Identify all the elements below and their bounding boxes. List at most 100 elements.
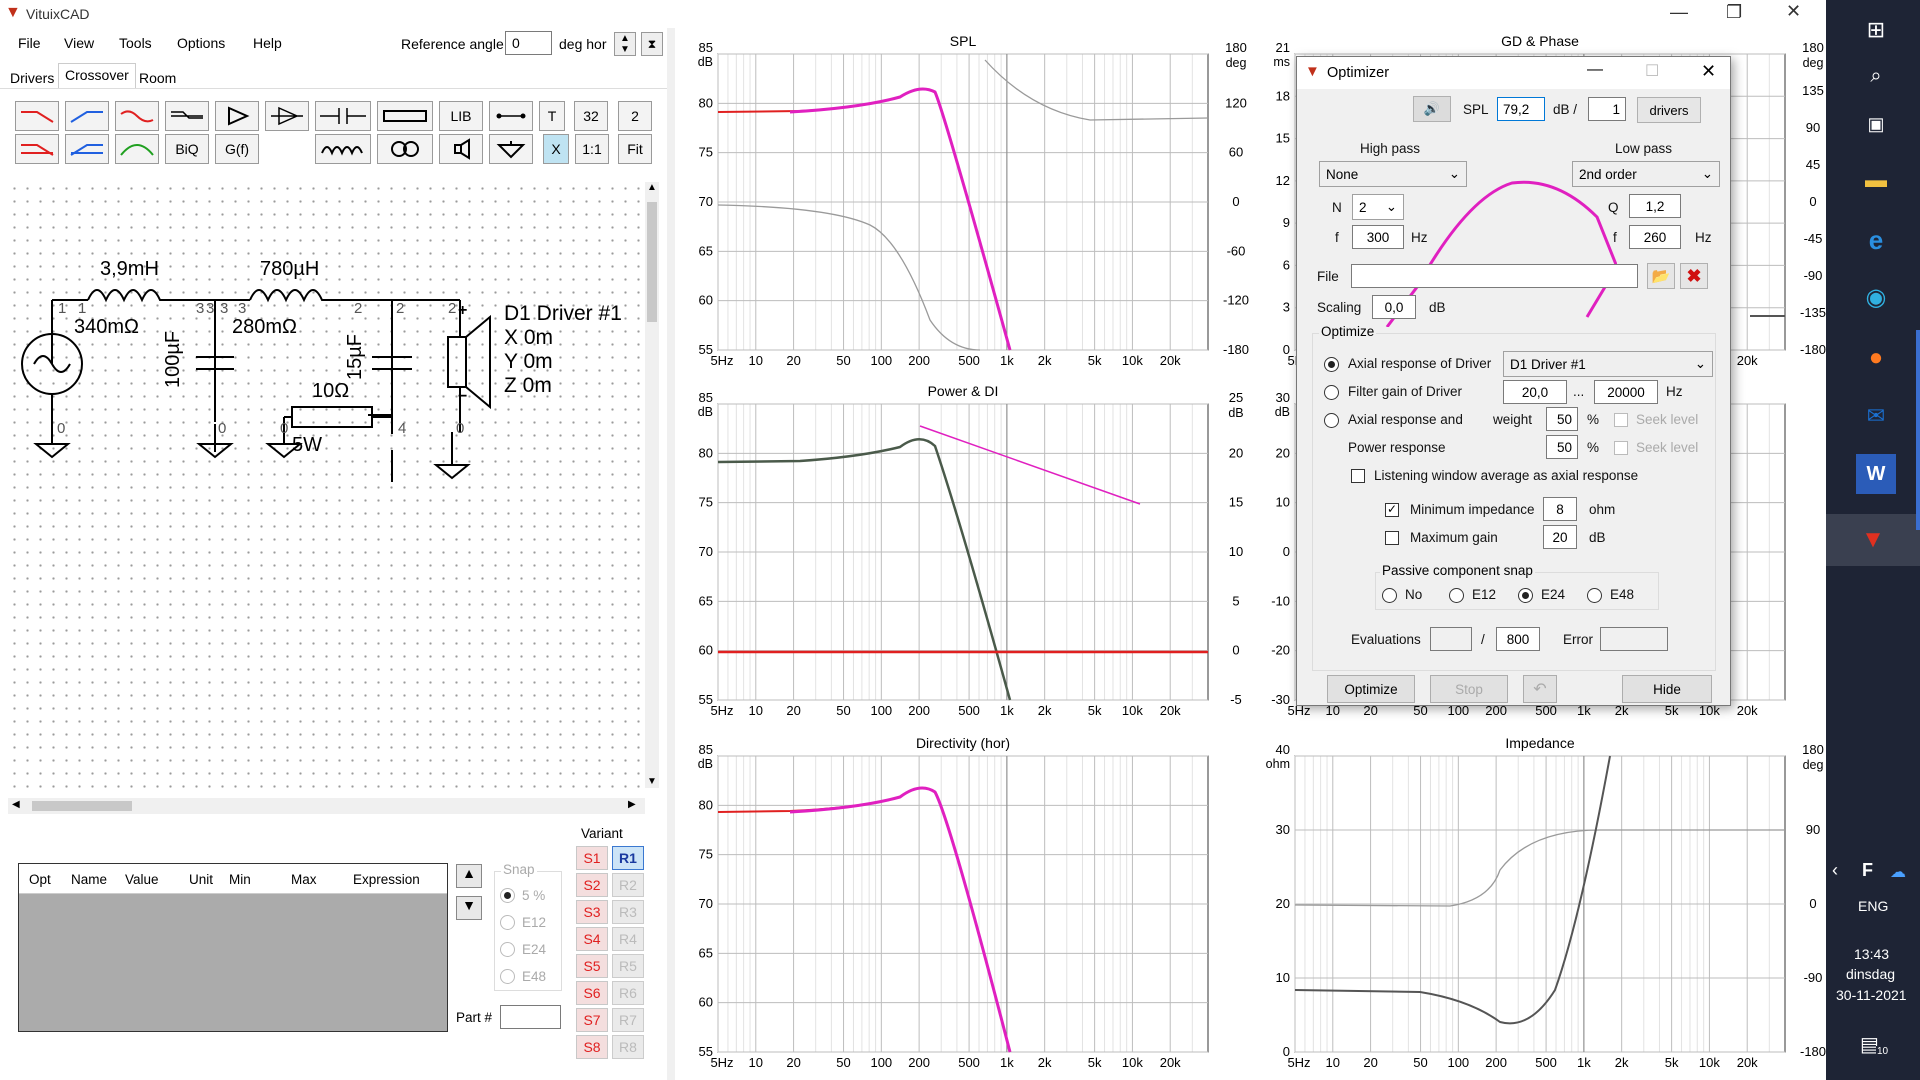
hp-f-label: f [1335,230,1339,245]
highpass-type-value: None [1326,166,1359,182]
file-input[interactable] [1351,264,1638,288]
outlook-icon[interactable]: ✉ [1856,396,1896,436]
y2-tick-label: 45 [1806,157,1820,172]
y-tick-label: 0 [1283,544,1290,559]
x-tick-label: 200 [908,353,930,368]
filter-gain-from-input[interactable]: 20,0 [1503,380,1567,404]
tray-f-icon[interactable]: F [1862,860,1873,881]
y-tick-label: 12 [1276,173,1290,188]
weight-power-input[interactable]: 50 [1546,435,1578,459]
seek-level-1-checkbox[interactable] [1614,413,1628,427]
x-tick-label: 500 [1535,1055,1557,1070]
target-curve-button[interactable]: 🔊 [1413,96,1451,122]
axial-driver-value: D1 Driver #1 [1510,356,1586,372]
drivers-btn-label: drivers [1649,102,1689,118]
x-tick-label: 5k [1665,1055,1679,1070]
tray-chevron-icon[interactable]: ‹ [1832,860,1838,881]
edge-icon[interactable]: ◉ [1856,278,1896,318]
optimizer-close-button[interactable]: ✕ [1701,61,1716,82]
snap-no-radio[interactable] [1382,588,1397,603]
max-gain-input[interactable]: 20 [1543,525,1577,549]
n-select[interactable]: 2 ⌄ [1352,194,1404,220]
stop-btn-label: Stop [1455,681,1483,697]
y-tick-label: -10 [1271,593,1290,608]
q-input[interactable]: 1,2 [1629,194,1681,218]
lowpass-type-select[interactable]: 2nd order ⌄ [1572,161,1720,187]
internet-explorer-icon[interactable]: e [1856,220,1896,260]
max-gain-checkbox[interactable] [1385,531,1399,545]
drivers-count-value: 1 [1612,101,1620,117]
task-view-icon[interactable]: ▣ [1856,104,1896,144]
x-tick-label: 10k [1122,353,1143,368]
graph-title: SPL [950,33,977,49]
x-tick-label: 1k [1577,1055,1591,1070]
undo-button[interactable]: ↶ [1523,675,1557,703]
start-button[interactable]: ⊞ [1856,10,1896,50]
y-tick-label: 10 [1276,970,1290,985]
clock-day[interactable]: dinsdag [1846,966,1895,982]
y-tick-label: 80 [699,95,713,110]
hp-frequency-input[interactable]: 300 [1352,225,1404,249]
y2-tick-label: 180 [1802,40,1824,55]
axial-response-radio[interactable] [1324,357,1339,372]
y-tick-label: 70 [699,896,713,911]
lp-frequency-input[interactable]: 260 [1629,225,1681,249]
error-input[interactable] [1600,627,1668,651]
evaluations-input[interactable] [1430,627,1472,651]
axial-power-radio[interactable] [1324,413,1339,428]
optimizer-logo-icon: ▼ [1305,63,1320,80]
language-indicator[interactable]: ENG [1858,898,1888,914]
file-explorer-icon[interactable]: ▬ [1856,160,1896,200]
x-tick-label: 20k [1160,703,1181,718]
x-tick-label: 2k [1038,703,1052,718]
x-tick-label: 200 [908,703,930,718]
seek-level-2-checkbox[interactable] [1614,441,1628,455]
open-folder-button[interactable]: 📂 [1647,263,1675,289]
x-tick-label: 50 [1413,1055,1427,1070]
snap-e24-option-radio[interactable] [1518,588,1533,603]
clock-date[interactable]: 30-11-2021 [1836,987,1907,1003]
search-icon[interactable]: ⌕ [1856,56,1896,96]
optimize-button[interactable]: Optimize [1327,675,1415,703]
filter-gain-to-input[interactable]: 20000 [1594,380,1658,404]
x-tick-label: 5Hz [710,353,733,368]
y-tick-label: 80 [699,797,713,812]
y2-tick-label: -120 [1223,293,1249,308]
x-tick-label: 200 [1485,1055,1507,1070]
snap-e48-option-radio[interactable] [1587,588,1602,603]
onedrive-icon[interactable]: ☁ [1890,862,1906,882]
hide-button[interactable]: Hide [1622,675,1712,703]
min-impedance-checkbox[interactable]: ✓ [1385,503,1399,517]
y-tick-label: 70 [699,194,713,209]
y2-tick-label: 5 [1232,593,1239,608]
filter-gain-radio[interactable] [1324,385,1339,400]
vituixcad-taskbar-icon[interactable]: ▼ [1826,514,1920,566]
n-value: 2 [1359,199,1367,215]
clock-time[interactable]: 13:43 [1854,946,1889,962]
evaluations-max-input[interactable]: 800 [1496,627,1540,651]
y2-tick-label: 0 [1232,194,1239,209]
word-icon[interactable]: W [1856,454,1896,494]
drivers-button[interactable]: drivers [1637,97,1701,123]
drivers-count-input[interactable]: 1 [1588,97,1626,121]
axial-driver-select[interactable]: D1 Driver #1 ⌄ [1503,351,1713,377]
listening-window-checkbox[interactable] [1351,469,1365,483]
min-impedance-input[interactable]: 8 [1543,497,1577,521]
y2-tick-label: 90 [1806,120,1820,135]
seek-level-1-label: Seek level [1636,412,1699,427]
y2-tick-label: -5 [1230,692,1242,707]
stop-button[interactable]: Stop [1430,675,1508,703]
snap-e12-option-radio[interactable] [1449,588,1464,603]
weight-axial-input[interactable]: 50 [1546,407,1578,431]
scaling-input[interactable]: 0,0 [1372,295,1416,319]
clear-file-button[interactable]: ✖ [1680,263,1708,289]
scaling-label: Scaling [1317,300,1362,315]
optimizer-minimize-button[interactable]: — [1587,61,1603,79]
snap-e12-option-label: E12 [1472,587,1497,602]
spl-input[interactable]: 79,2 [1497,97,1545,121]
highpass-type-select[interactable]: None ⌄ [1319,161,1467,187]
firefox-icon[interactable]: ● [1856,338,1896,378]
filter-gain-to-value: 20000 [1607,384,1645,400]
x-tick-label: 20k [1160,353,1181,368]
optimizer-maximize-button[interactable]: ☐ [1645,61,1659,81]
